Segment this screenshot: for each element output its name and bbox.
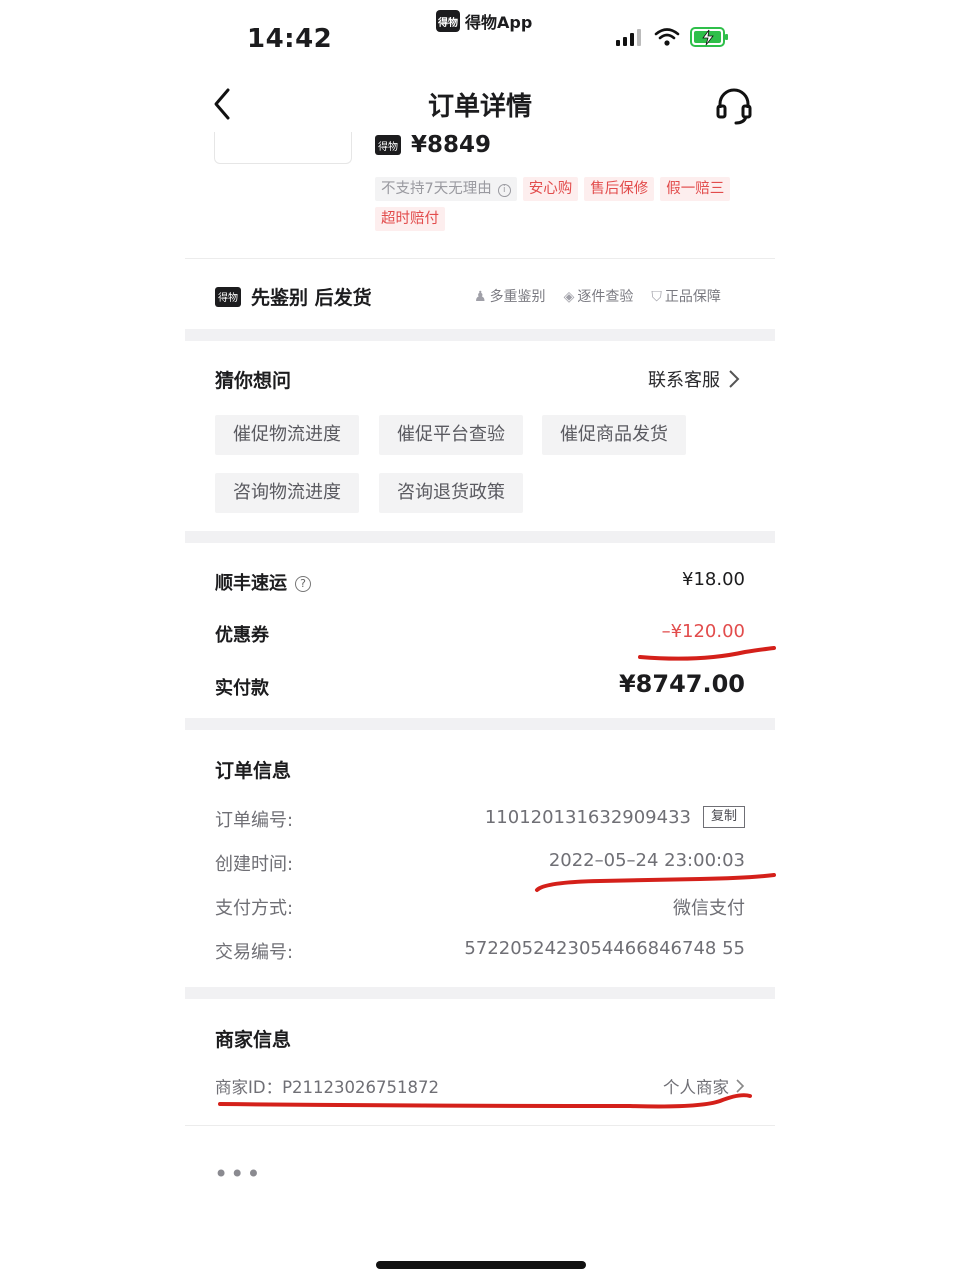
order-number-value: 110120131632909433 bbox=[484, 806, 691, 828]
status-icons bbox=[614, 26, 730, 48]
tag-warranty[interactable]: 售后保修 bbox=[584, 177, 655, 201]
person-icon: ♟ bbox=[474, 289, 487, 305]
created-time-value: 2022–05–24 23:00:03 bbox=[548, 850, 745, 871]
wifi-icon bbox=[654, 28, 680, 46]
chip-urge-inspection[interactable]: 催促平台查验 bbox=[379, 415, 523, 455]
shipping-value: ¥18.00 bbox=[682, 569, 745, 590]
shield-icon: ⛉ bbox=[651, 289, 662, 305]
home-indicator[interactable] bbox=[376, 1261, 586, 1269]
auth-banner[interactable]: 得物 先鉴别 后发货 bbox=[215, 283, 372, 310]
signal-icon bbox=[616, 29, 641, 46]
product-price: ¥8849 bbox=[411, 132, 492, 158]
info-icon[interactable]: i bbox=[497, 184, 511, 197]
app-logo: 得物 bbox=[436, 10, 460, 32]
section-gap bbox=[185, 329, 775, 341]
auth-feature: ⛉ 正品保障 bbox=[651, 289, 721, 305]
auth-features: ♟ 多重鉴别 ◈ 逐件查验 ⛉ 正品保障 bbox=[474, 286, 721, 306]
battery-charging-icon bbox=[690, 27, 728, 47]
copy-button[interactable]: 复制 bbox=[702, 806, 745, 828]
created-time-label: 创建时间: bbox=[215, 854, 294, 875]
section-gap bbox=[185, 531, 775, 543]
order-number-row: 110120131632909433 复制 bbox=[485, 806, 745, 828]
shipping-label: 顺丰速运? bbox=[215, 569, 311, 595]
chip-ask-return-policy[interactable]: 咨询退货政策 bbox=[379, 473, 523, 513]
contact-service-link[interactable]: 联系客服 bbox=[648, 366, 740, 392]
chip-urge-shipping[interactable]: 催促商品发货 bbox=[542, 415, 686, 455]
dewu-logo: 得物 bbox=[215, 286, 241, 307]
order-number-label: 订单编号: bbox=[215, 810, 294, 831]
tag-timeout-compensation[interactable]: 超时赔付 bbox=[375, 207, 445, 231]
paid-label: 实付款 bbox=[215, 678, 269, 699]
divider bbox=[185, 1125, 775, 1126]
status-time: 14:42 bbox=[247, 24, 333, 54]
chevron-right-icon bbox=[729, 370, 740, 388]
auth-feature: ◈ 逐件查验 bbox=[563, 289, 634, 305]
coupon-value: –¥120.00 bbox=[661, 621, 745, 642]
chip-ask-logistics[interactable]: 咨询物流进度 bbox=[215, 473, 359, 513]
chip-urge-logistics[interactable]: 催促物流进度 bbox=[215, 415, 359, 455]
annotation-underline-created-time bbox=[535, 873, 776, 892]
page-title: 订单详情 bbox=[427, 92, 532, 122]
chevron-left-icon[interactable] bbox=[206, 84, 242, 124]
service-tags: 不支持7天无理由 i 安心购 售后保修 假一赔三 超时赔付 bbox=[375, 177, 745, 231]
tag-no-7day-return[interactable]: 不支持7天无理由 i bbox=[375, 177, 517, 201]
tag-anxin[interactable]: 安心购 bbox=[522, 177, 579, 201]
dewu-logo: 得物 bbox=[375, 135, 401, 155]
order-info-title: 订单信息 bbox=[215, 760, 292, 782]
diamond-icon: ◈ bbox=[563, 289, 575, 305]
tag-fake-compensation[interactable]: 假一赔三 bbox=[660, 177, 731, 201]
auth-feature: ♟ 多重鉴别 bbox=[474, 289, 546, 305]
help-icon[interactable]: ? bbox=[295, 576, 311, 592]
coupon-label: 优惠券 bbox=[215, 625, 269, 646]
chevron-right-icon bbox=[736, 1079, 745, 1093]
divider bbox=[185, 258, 775, 259]
merchant-info-title: 商家信息 bbox=[215, 1029, 292, 1051]
section-gap bbox=[185, 987, 775, 999]
auth-title: 先鉴别 后发货 bbox=[251, 287, 372, 309]
payment-method-value: 微信支付 bbox=[673, 898, 745, 919]
section-gap bbox=[185, 718, 775, 730]
guess-title: 猜你想问 bbox=[215, 370, 292, 392]
trade-number-value: 5722052423054466846748 55 bbox=[464, 938, 745, 959]
app-name: 得物App bbox=[465, 13, 533, 32]
payment-method-label: 支付方式: bbox=[215, 898, 294, 919]
merchant-type-link[interactable]: 个人商家 bbox=[663, 1074, 745, 1098]
product-thumbnail[interactable] bbox=[214, 132, 352, 164]
merchant-id: 商家ID：P21123026751872 bbox=[215, 1078, 439, 1097]
annotation-underline-coupon bbox=[638, 646, 776, 661]
headset-icon[interactable] bbox=[712, 84, 756, 128]
trade-number-label: 交易编号: bbox=[215, 942, 294, 963]
paid-value: ¥8747.00 bbox=[618, 670, 745, 698]
app-indicator[interactable]: 得物 得物App bbox=[436, 9, 532, 33]
product-price-row: 得物 ¥8849 bbox=[375, 132, 491, 158]
more-icon[interactable]: ••• bbox=[214, 1160, 262, 1188]
